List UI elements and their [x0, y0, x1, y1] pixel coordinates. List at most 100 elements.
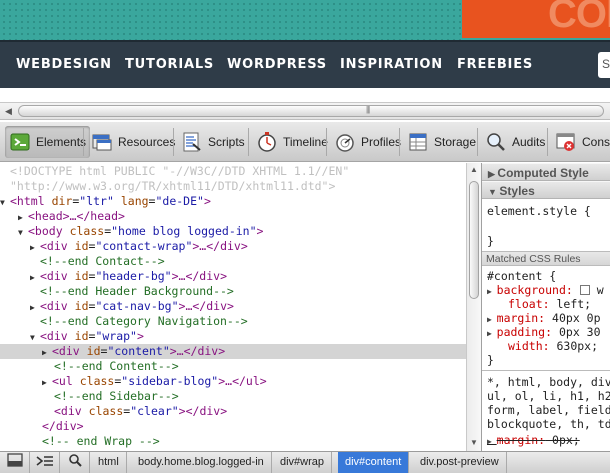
site-logo[interactable]: COF — [462, 0, 610, 38]
banner-texture-dot — [177, 15, 179, 17]
collapsed-triangle-icon[interactable]: ▶ — [487, 329, 497, 338]
reset-rule-selector-4[interactable]: blockquote, th, td — [487, 417, 610, 431]
computed-style-header[interactable]: ▶ Computed Style — [482, 163, 610, 181]
inspect-search-button[interactable] — [60, 452, 90, 473]
tab-audits[interactable]: Audits — [481, 126, 549, 158]
color-swatch[interactable] — [579, 285, 590, 295]
reset-rule-selector-2[interactable]: ul, ol, li, h1, h2 — [487, 389, 610, 403]
tab-resources[interactable]: Resources — [87, 126, 179, 158]
css-prop-width[interactable]: width: 630px; — [487, 339, 598, 353]
console-toggle-button[interactable] — [30, 452, 60, 473]
css-prop-margin-overridden[interactable]: ▶ margin: 0px; — [487, 433, 580, 449]
tab-elements[interactable]: Elements — [5, 126, 91, 158]
collapsed-triangle-icon[interactable]: ▶ — [42, 345, 52, 360]
expanded-triangle-icon[interactable]: ▼ — [30, 330, 40, 345]
banner-texture-dot — [303, 15, 305, 17]
banner-texture-dot — [453, 9, 455, 11]
collapsed-triangle-icon[interactable]: ▶ — [42, 375, 52, 390]
banner-texture-dot — [393, 27, 395, 29]
nav-link-webdesign[interactable]: WEBDESIGN — [16, 57, 112, 72]
dom-comment-sidebar[interactable]: <!--end Sidebar--> — [0, 389, 466, 404]
dom-clear-node[interactable]: <div class="clear"></div> — [0, 404, 466, 419]
expanded-triangle-icon[interactable]: ▼ — [18, 225, 28, 240]
collapsed-triangle-icon[interactable]: ▶ — [487, 315, 497, 324]
content-rule-selector[interactable]: #content { — [487, 269, 556, 283]
banner-texture-dot — [69, 27, 71, 29]
dom-comment-contact[interactable]: <!--end Contact--> — [0, 254, 466, 269]
page-scrollbar-thumb[interactable] — [18, 105, 604, 117]
collapsed-triangle-icon[interactable]: ▶ — [30, 300, 40, 315]
dom-comment-header[interactable]: <!--end Header Background--> — [0, 284, 466, 299]
expanded-triangle-icon: ▼ — [488, 187, 500, 197]
console-prompt-icon — [36, 454, 54, 472]
banner-texture-dot — [447, 27, 449, 29]
breadcrumb-div-content[interactable]: div#content — [338, 452, 410, 473]
reset-rule-selector-1[interactable]: *, html, body, div — [487, 375, 610, 389]
nav-link-wordpress[interactable]: WORDPRESS — [227, 57, 327, 72]
dom-comment-cat-nav[interactable]: <!--end Category Navigation--> — [0, 314, 466, 329]
dom-doctype-line-2[interactable]: "http://www.w3.org/TR/xhtml11/DTD/xhtml1… — [0, 179, 466, 194]
banner-texture-dot — [315, 27, 317, 29]
collapsed-triangle-icon[interactable]: ▶ — [487, 437, 497, 446]
banner-texture-dot — [165, 3, 167, 5]
banner-texture-dot — [93, 3, 95, 5]
dom-html-node[interactable]: ▼ <html dir="ltr" lang="de-DE"> — [0, 194, 466, 209]
banner-texture-dot — [27, 21, 29, 23]
breadcrumb-div-wrap[interactable]: div#wrap — [273, 452, 333, 473]
banner-texture-dot — [123, 9, 125, 11]
collapsed-triangle-icon[interactable]: ▶ — [30, 240, 40, 255]
styles-header[interactable]: ▼ Styles — [482, 181, 610, 199]
breadcrumb-body[interactable]: body.home.blog.logged-in — [131, 452, 272, 473]
banner-texture-dot — [33, 27, 35, 29]
element-style-rule[interactable]: element.style { — [487, 204, 591, 218]
breadcrumb-div-post-preview[interactable]: div.post-preview — [413, 452, 507, 473]
nav-link-freebies[interactable]: FREEBIES — [457, 57, 533, 72]
tab-timeline[interactable]: Timeline — [252, 126, 332, 158]
banner-texture-dot — [3, 15, 5, 17]
dom-comment-content[interactable]: <!--end Content--> — [0, 359, 466, 374]
banner-texture-dot — [303, 27, 305, 29]
dock-button[interactable] — [0, 452, 30, 473]
scroll-left-arrow-icon[interactable]: ◀ — [5, 106, 12, 117]
banner-texture-dot — [411, 3, 413, 5]
banner-texture-dot — [63, 9, 65, 11]
dom-doctype-line-1[interactable]: <!DOCTYPE html PUBLIC "-//W3C//DTD XHTML… — [0, 164, 466, 179]
tab-console[interactable]: Console — [551, 126, 610, 158]
tab-timeline-label: Timeline — [283, 135, 328, 149]
banner-texture-dot — [447, 33, 449, 35]
dom-wrap-close[interactable]: </div> — [0, 419, 466, 434]
collapsed-triangle-icon[interactable]: ▶ — [30, 270, 40, 285]
collapsed-triangle-icon[interactable]: ▶ — [18, 210, 28, 225]
scroll-up-arrow-icon[interactable]: ▲ — [470, 165, 478, 174]
tab-profiles[interactable]: Profiles — [330, 126, 405, 158]
page-horizontal-scrollbar[interactable]: ◀ ||| — [0, 102, 610, 120]
nav-link-tutorials[interactable]: TUTORIALS — [125, 57, 214, 72]
banner-texture-dot — [135, 33, 137, 35]
expanded-triangle-icon[interactable]: ▼ — [0, 195, 10, 210]
dom-content-node-selected[interactable]: ▶ <div id="content">…</div> — [0, 344, 466, 359]
banner-texture-dot — [21, 9, 23, 11]
tab-scripts[interactable]: Scripts — [177, 126, 249, 158]
reset-rule-selector-3[interactable]: form, label, field — [487, 403, 610, 417]
nav-link-inspiration[interactable]: INSPIRATION — [340, 57, 443, 72]
dom-tree-scrollbar[interactable]: ▲ ▼ — [466, 163, 481, 451]
dom-sidebar-ul-node[interactable]: ▶ <ul class="sidebar-blog">…</ul> — [0, 374, 466, 389]
tab-storage-label: Storage — [434, 135, 477, 149]
breadcrumb-html[interactable]: html — [91, 452, 127, 473]
dom-header-bg-node[interactable]: ▶ <div id="header-bg">…</div> — [0, 269, 466, 284]
dom-comment-wrap[interactable]: <!-- end Wrap --> — [0, 434, 466, 449]
banner-texture-dot — [303, 9, 305, 11]
banner-texture-dot — [111, 21, 113, 23]
site-search-input[interactable]: S — [598, 52, 610, 78]
banner-texture-dot — [315, 21, 317, 23]
css-prop-float[interactable]: float: left; — [487, 297, 591, 311]
dom-body-node[interactable]: ▼ <body class="home blog logged-in"> — [0, 224, 466, 239]
dom-tree-scrollbar-thumb[interactable] — [469, 181, 479, 299]
tab-storage[interactable]: Storage — [403, 126, 480, 158]
dom-head-node[interactable]: ▶ <head>…</head> — [0, 209, 466, 224]
dom-cat-nav-node[interactable]: ▶ <div id="cat-nav-bg">…</div> — [0, 299, 466, 314]
collapsed-triangle-icon[interactable]: ▶ — [487, 287, 497, 296]
scroll-down-arrow-icon[interactable]: ▼ — [470, 438, 478, 447]
dom-wrap-node[interactable]: ▼ <div id="wrap"> — [0, 329, 466, 344]
dom-contact-wrap-node[interactable]: ▶ <div id="contact-wrap">…</div> — [0, 239, 466, 254]
